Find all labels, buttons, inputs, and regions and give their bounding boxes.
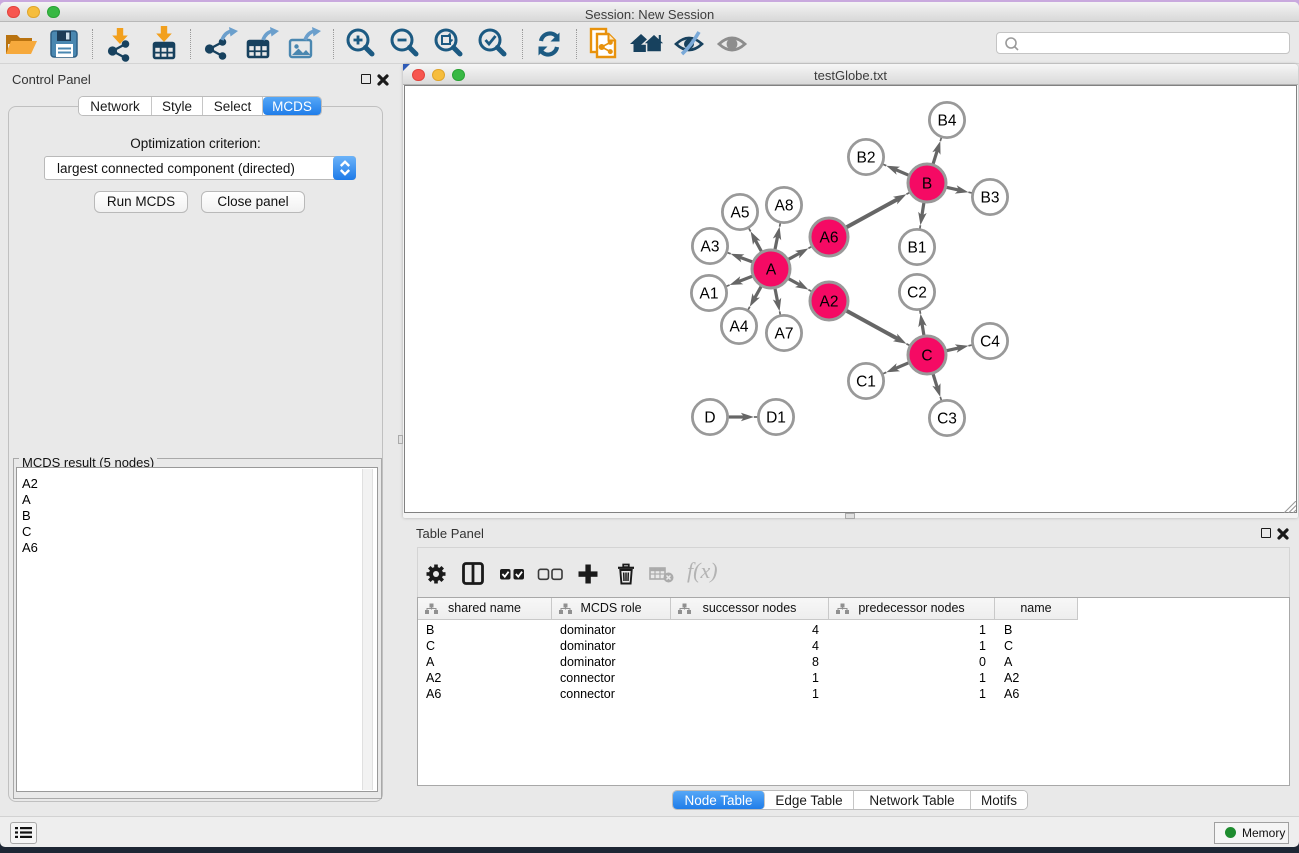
svg-text:C4: C4 (980, 334, 1000, 351)
svg-text:B2: B2 (857, 150, 876, 167)
svg-text:A7: A7 (775, 326, 794, 343)
svg-text:A3: A3 (701, 239, 720, 256)
svg-text:B: B (922, 176, 932, 193)
svg-text:A5: A5 (731, 205, 750, 222)
svg-text:A1: A1 (700, 286, 719, 303)
svg-text:A4: A4 (730, 319, 749, 336)
svg-text:A6: A6 (820, 230, 839, 247)
svg-text:B4: B4 (938, 113, 957, 130)
svg-text:A: A (766, 262, 777, 279)
svg-text:B3: B3 (981, 190, 1000, 207)
svg-text:A8: A8 (775, 198, 794, 215)
svg-text:D1: D1 (766, 410, 786, 427)
svg-text:C2: C2 (907, 285, 927, 302)
svg-text:A2: A2 (820, 294, 839, 311)
svg-text:B1: B1 (908, 240, 927, 257)
svg-text:C3: C3 (937, 411, 957, 428)
svg-text:C1: C1 (856, 374, 876, 391)
svg-text:C: C (921, 348, 932, 365)
svg-text:D: D (704, 410, 715, 427)
